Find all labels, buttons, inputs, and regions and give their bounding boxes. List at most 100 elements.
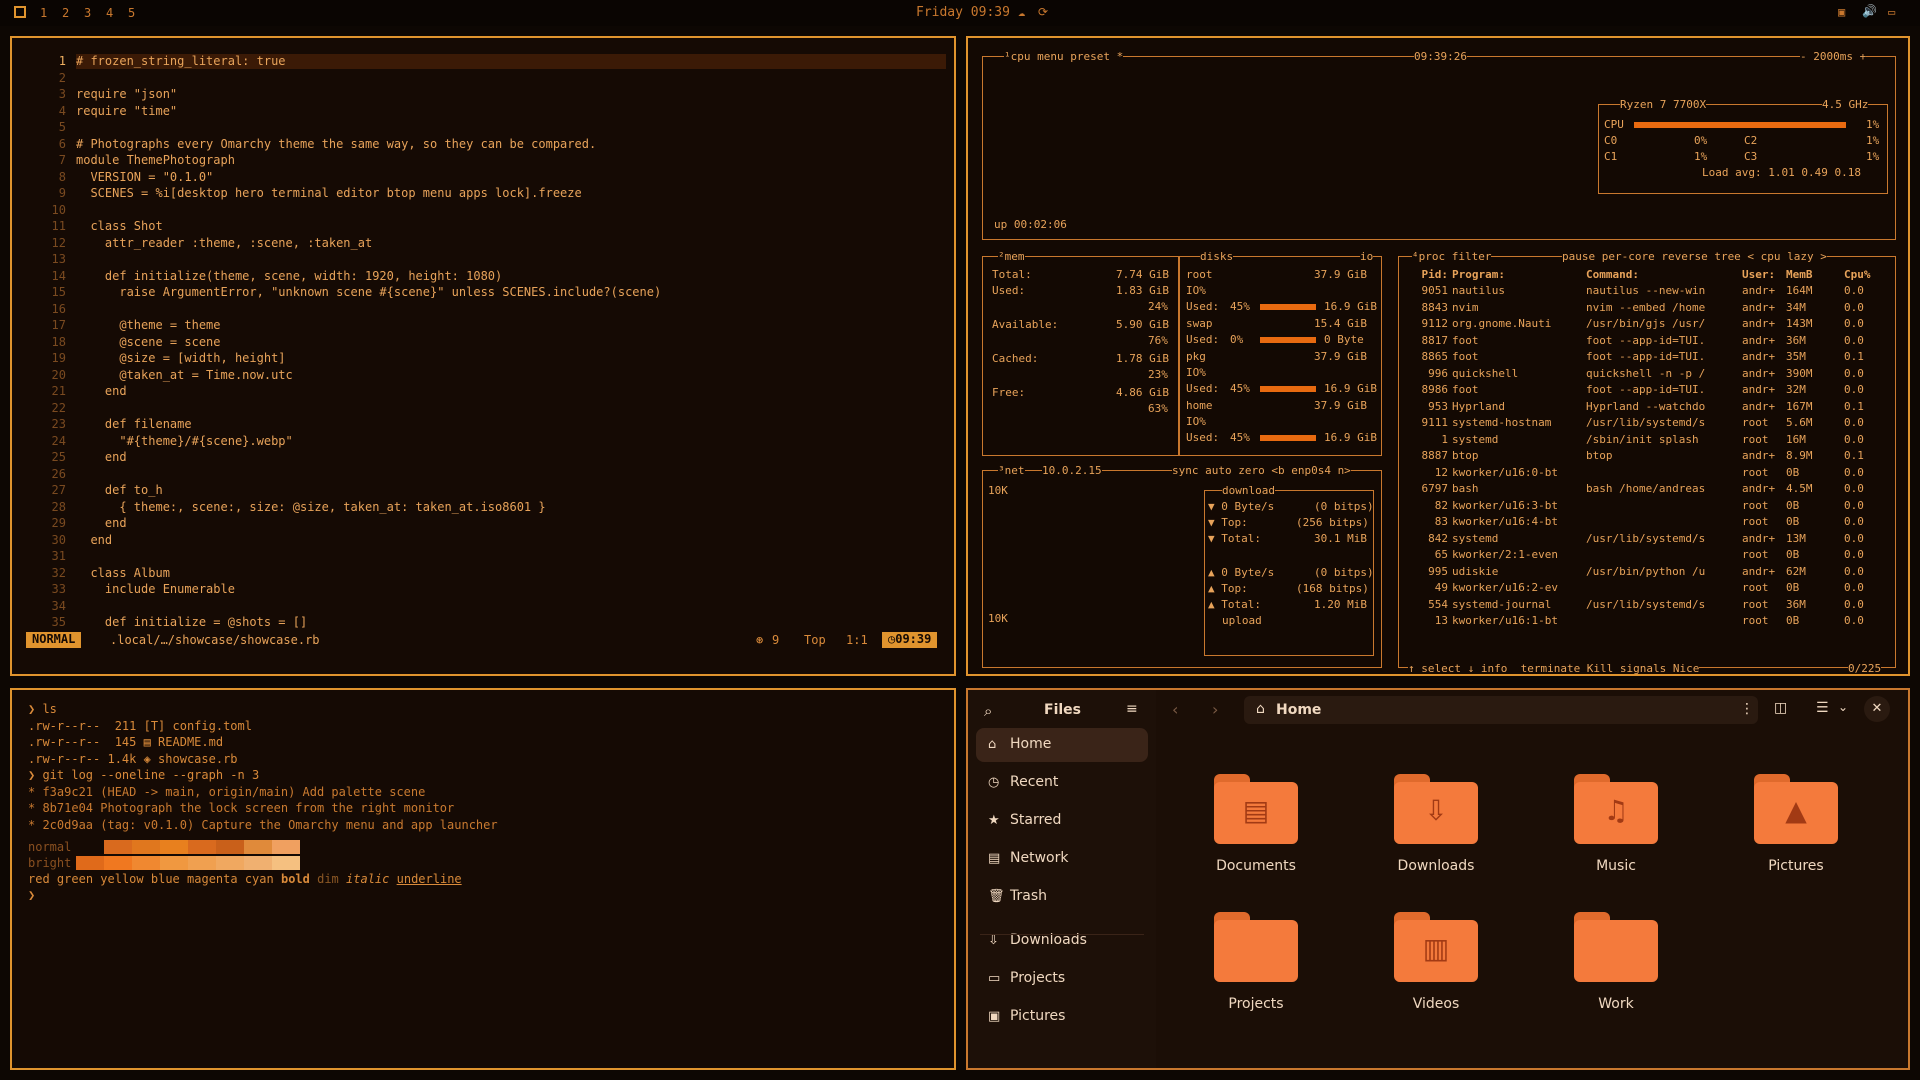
proc-command: Hyprland --watchdo: [1586, 399, 1706, 413]
folder-label[interactable]: Projects: [1181, 996, 1331, 1012]
folder-label[interactable]: Downloads: [1361, 858, 1511, 874]
omarchy-logo-icon[interactable]: [14, 6, 26, 18]
code-line[interactable]: attr_reader :theme, :scene, :taken_at: [76, 236, 372, 250]
workspace-1[interactable]: 1: [40, 6, 47, 20]
disks-title[interactable]: disks: [1200, 250, 1234, 263]
terminal-prompt[interactable]: ❯: [28, 888, 35, 902]
code-line[interactable]: @size = [width, height]: [76, 351, 285, 365]
code-line[interactable]: # Photographs every Omarchy theme the sa…: [76, 137, 596, 151]
code-line[interactable]: end: [76, 516, 127, 530]
refresh-rate[interactable]: - 2000ms +: [1800, 50, 1867, 63]
proc-command: /usr/bin/python /u: [1586, 564, 1706, 578]
code-line[interactable]: VERSION = "0.1.0": [76, 170, 213, 184]
net-title[interactable]: ³net: [998, 464, 1025, 477]
folder-documents[interactable]: ▤: [1214, 774, 1298, 844]
code-line[interactable]: require "time": [76, 104, 177, 118]
code-line[interactable]: { theme:, scene:, size: @size, taken_at:…: [76, 500, 545, 514]
close-icon[interactable]: ✕: [1864, 696, 1890, 722]
proc-pid: 49: [1434, 581, 1448, 594]
code-line[interactable]: "#{theme}/#{scene}.webp": [76, 434, 292, 448]
code-line[interactable]: @taken_at = Time.now.utc: [76, 368, 292, 382]
folder-label[interactable]: Documents: [1181, 858, 1331, 874]
proc-pid: 13: [1434, 614, 1448, 627]
folder-videos[interactable]: ▥: [1394, 912, 1478, 982]
code-line[interactable]: def filename: [76, 417, 192, 431]
sidebar-item-downloads[interactable]: ⇩ Downloads: [976, 924, 1148, 958]
mem-title[interactable]: ²mem: [998, 250, 1025, 263]
code-line[interactable]: module ThemePhotograph: [76, 153, 235, 167]
line-number: 31: [51, 549, 66, 563]
sidebar-item-recent[interactable]: ◷ Recent: [976, 766, 1148, 800]
proc-mem: 4.5M: [1786, 482, 1813, 495]
workspace-2[interactable]: 2: [62, 6, 69, 20]
sidebar-item-network[interactable]: ▤ Network: [976, 842, 1148, 876]
btop-window[interactable]: ¹cpu menu preset * 09:39:26 - 2000ms + R…: [966, 36, 1910, 676]
list-view-icon[interactable]: ☰: [1816, 700, 1829, 716]
proc-footer[interactable]: ↑ select ↓ info terminate Kill signals N…: [1408, 662, 1700, 674]
sidebar-item-home[interactable]: ⌂ Home: [976, 728, 1148, 762]
terminal-window[interactable]: ❯ ls .rw-r--r-- 211 [T] config.toml .rw-r-…: [10, 688, 956, 1070]
code-line[interactable]: require "json": [76, 87, 177, 101]
files-window[interactable]: ⌕ Files ≡ ⌂ Home ◷ Recent ★ Starred ▤ Network 🗑 T…: [966, 688, 1910, 1070]
search-icon[interactable]: ⌕: [984, 702, 992, 720]
cpu-tabs[interactable]: ¹cpu menu preset *: [1004, 50, 1124, 63]
net-options[interactable]: sync auto zero <b enp0s4 n>: [1172, 464, 1351, 477]
code-line[interactable]: end: [76, 533, 112, 547]
terminal-line: * 8b71e04 Photograph the lock screen fro…: [28, 801, 455, 815]
location-bar[interactable]: ⌂ Home ⋮: [1244, 696, 1758, 724]
notification-icon[interactable]: ▭: [1888, 5, 1895, 19]
code-line[interactable]: SCENES = %i[desktop hero terminal editor…: [76, 186, 581, 200]
code-line[interactable]: end: [76, 384, 127, 398]
editor-window[interactable]: 1 # frozen_string_literal: true 2 3 require …: [10, 36, 956, 676]
code-line[interactable]: class Shot: [76, 219, 162, 233]
sidebar-item-trash[interactable]: 🗑 Trash: [976, 880, 1148, 914]
line-number: 22: [51, 400, 66, 415]
more-options-icon[interactable]: ⋮: [1740, 701, 1754, 717]
proc-title[interactable]: ⁴proc filter: [1412, 250, 1492, 263]
code-line[interactable]: # frozen_string_literal: true: [76, 54, 286, 68]
workspace-5[interactable]: 5: [128, 6, 135, 20]
forward-icon[interactable]: ›: [1212, 700, 1218, 719]
sidebar-item-pictures[interactable]: ▣ Pictures: [976, 1000, 1148, 1034]
screen-record-icon[interactable]: ▣: [1838, 5, 1845, 19]
code-line[interactable]: @scene = scene: [76, 335, 220, 349]
sync-icon[interactable]: ⟳: [1038, 5, 1048, 19]
code-line[interactable]: raise ArgumentError, "unknown scene #{sc…: [76, 285, 661, 299]
folder-downloads[interactable]: ⇩: [1394, 774, 1478, 844]
proc-cpu: 0.0: [1844, 531, 1864, 545]
code-line[interactable]: include Enumerable: [76, 582, 235, 596]
code-line[interactable]: class Album: [76, 566, 169, 580]
proc-options[interactable]: pause per-core reverse tree < cpu lazy >: [1562, 250, 1827, 263]
uptime: up 00:02:06: [994, 218, 1067, 231]
view-options-chevron-icon[interactable]: ⌄: [1838, 700, 1848, 714]
folder-label[interactable]: Videos: [1361, 996, 1511, 1012]
line-number: 29: [51, 516, 66, 530]
back-icon[interactable]: ‹: [1172, 700, 1178, 719]
cloud-icon[interactable]: ☁: [1018, 5, 1025, 19]
line-number: 10: [51, 202, 66, 217]
code-line[interactable]: def initialize = @shots = []: [76, 615, 307, 629]
code-line[interactable]: def to_h: [76, 483, 163, 497]
workspace-4[interactable]: 4: [106, 6, 113, 20]
folder-label[interactable]: Music: [1541, 858, 1691, 874]
code-line[interactable]: @theme = theme: [76, 318, 220, 332]
line-number: 25: [51, 450, 66, 464]
code-line[interactable]: end: [76, 450, 127, 464]
folder-label[interactable]: Work: [1541, 996, 1691, 1012]
sidebar-item-projects[interactable]: ▭ Projects: [976, 962, 1148, 996]
volume-icon[interactable]: 🔊: [1862, 4, 1877, 18]
new-folder-icon[interactable]: ◫: [1774, 700, 1787, 716]
hamburger-menu-icon[interactable]: ≡: [1126, 701, 1138, 717]
folder-pictures[interactable]: ▲: [1754, 774, 1838, 844]
home-icon: ⌂: [988, 737, 997, 752]
disks-io-toggle[interactable]: io: [1360, 250, 1374, 263]
folder-projects[interactable]: [1214, 912, 1298, 982]
workspace-3[interactable]: 3: [84, 6, 91, 20]
code-line[interactable]: def initialize(theme, scene, width: 1920…: [76, 269, 502, 283]
folder-music[interactable]: ♫: [1574, 774, 1658, 844]
folder-work[interactable]: [1574, 912, 1658, 982]
folder-label[interactable]: Pictures: [1721, 858, 1871, 874]
diagnostics-icon: ⊛: [756, 633, 764, 647]
clock[interactable]: Friday 09:39: [916, 5, 1010, 20]
sidebar-item-starred[interactable]: ★ Starred: [976, 804, 1148, 838]
